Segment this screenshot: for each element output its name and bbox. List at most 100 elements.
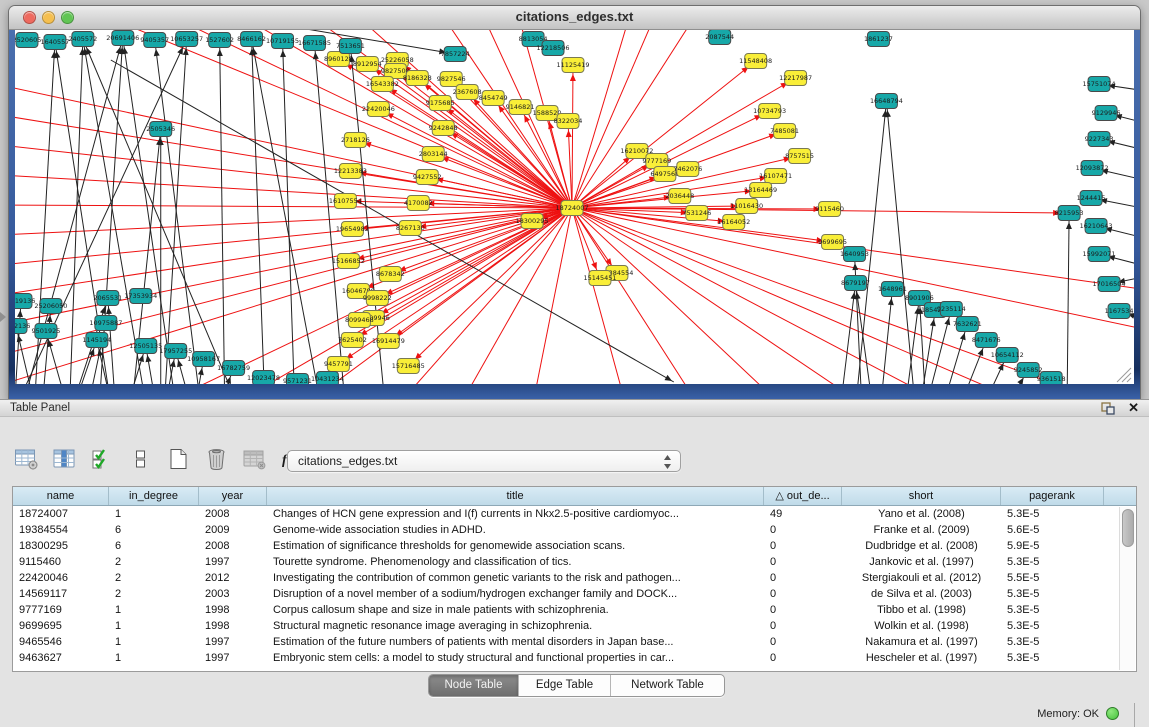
- column-header-name[interactable]: name: [13, 487, 109, 505]
- node-label: 9457791: [324, 360, 353, 368]
- edge-arrowhead: [100, 307, 106, 315]
- graph-edge[interactable]: [220, 40, 225, 384]
- column-header-out_de[interactable]: △ out_de...: [764, 487, 842, 505]
- table-row[interactable]: 1872400712008Changes of HCN gene express…: [13, 506, 1136, 522]
- node-label: 15716485: [392, 362, 425, 370]
- scrollbar-thumb[interactable]: [1122, 509, 1134, 547]
- column-header-title[interactable]: title: [267, 487, 764, 505]
- table-cell: Embryonic stem cells: a model to study s…: [267, 650, 764, 666]
- table-cell: 0: [764, 554, 842, 570]
- table-cell: Franke et al. (2009): [842, 522, 1001, 538]
- graph-edge[interactable]: [378, 109, 572, 208]
- node-label: 1167534: [1105, 307, 1134, 315]
- table-cell: 0: [764, 634, 842, 650]
- table-cell: Jankovic et al. (1997): [842, 554, 1001, 570]
- graph-edge[interactable]: [572, 30, 654, 208]
- node-label: 9129946: [1092, 109, 1121, 117]
- node-label: 18300295: [516, 217, 549, 225]
- column-header-pagerank[interactable]: pagerank: [1001, 487, 1104, 505]
- graph-edge[interactable]: [945, 324, 967, 384]
- table-cell: 5.3E-5: [1001, 634, 1104, 650]
- tab-network-table[interactable]: Network Table: [611, 675, 724, 696]
- table-cell: 18724007: [13, 506, 109, 522]
- table-row[interactable]: 911546021997Tourette syndrome. Phenomeno…: [13, 554, 1136, 570]
- graph-edge[interactable]: [155, 40, 200, 384]
- graph-edge[interactable]: [572, 208, 624, 384]
- network-canvas[interactable]: 1872400789601288912954252260589827508165…: [15, 30, 1134, 384]
- select-columns-icon[interactable]: [90, 447, 115, 471]
- show-column-icon[interactable]: [52, 447, 77, 471]
- memory-ok-indicator-icon: [1106, 707, 1119, 720]
- table-scrollbar[interactable]: [1119, 507, 1135, 670]
- column-header-year[interactable]: year: [199, 487, 267, 505]
- close-panel-icon[interactable]: ✕: [1128, 400, 1139, 416]
- edge-arrowhead: [138, 355, 144, 363]
- column-header-in_degree[interactable]: in_degree: [109, 487, 199, 505]
- table-row[interactable]: 2242004622012Investigating the contribut…: [13, 570, 1136, 586]
- graph-edge[interactable]: [408, 208, 572, 366]
- table-row[interactable]: 977716911998Corpus callosum shape and si…: [13, 602, 1136, 618]
- graph-edge[interactable]: [1067, 213, 1069, 384]
- import-table-icon[interactable]: [242, 447, 267, 471]
- node-label: 12213383: [334, 167, 367, 175]
- graph-edge[interactable]: [572, 208, 933, 384]
- table-row[interactable]: 1456911722003Disruption of a novel membe…: [13, 586, 1136, 602]
- node-label: 9242848: [429, 124, 458, 132]
- graph-edge[interactable]: [534, 208, 572, 384]
- graph-edge[interactable]: [165, 39, 187, 384]
- window-titlebar[interactable]: citations_edges.txt: [9, 6, 1140, 30]
- row-height-icon[interactable]: [128, 447, 153, 471]
- node-label: 15145451: [583, 274, 616, 282]
- graph-edge[interactable]: [15, 175, 572, 208]
- graph-edge[interactable]: [123, 38, 175, 384]
- delete-table-icon[interactable]: [204, 447, 229, 471]
- resize-grip-icon[interactable]: [1127, 378, 1131, 382]
- graph-edge[interactable]: [572, 208, 774, 384]
- new-table-icon[interactable]: [166, 447, 191, 471]
- edge-arrowhead: [944, 318, 950, 326]
- graph-edge[interactable]: [15, 208, 572, 235]
- node-label: 16648794: [870, 97, 903, 105]
- node-label: 9998222: [363, 294, 392, 302]
- table-row[interactable]: 946362711997Embryonic stem cells: a mode…: [13, 650, 1136, 666]
- graph-edge[interactable]: [314, 43, 344, 384]
- table-cell: Disruption of a novel member of a sodium…: [267, 586, 764, 602]
- graph-edge[interactable]: [572, 208, 1013, 384]
- table-row[interactable]: 969969511998Structural magnetic resonanc…: [13, 618, 1136, 634]
- graph-edge[interactable]: [15, 208, 572, 325]
- table-row[interactable]: 946554611997Estimation of the future num…: [13, 634, 1136, 650]
- table-cell: 18300295: [13, 538, 109, 554]
- graph-edge[interactable]: [252, 39, 265, 384]
- graph-edge[interactable]: [572, 208, 853, 384]
- resize-grip-icon[interactable]: [1122, 373, 1131, 382]
- graph-edge[interactable]: [886, 101, 914, 384]
- table-row[interactable]: 1938455462009Genome-wide association stu…: [13, 522, 1136, 538]
- tab-edge-table[interactable]: Edge Table: [519, 675, 611, 696]
- node-label: 12505135: [129, 342, 162, 350]
- edge-arrowhead: [183, 48, 189, 55]
- graph-edge[interactable]: [572, 30, 694, 208]
- node-label: 7625402: [338, 336, 367, 344]
- tab-node-table[interactable]: Node Table: [429, 675, 519, 696]
- node-label: 25206050: [34, 302, 67, 310]
- node-label: 4170082: [404, 199, 433, 207]
- node-label: 17957255: [159, 347, 192, 355]
- memory-label: Memory: OK: [1037, 708, 1099, 720]
- graph-edge[interactable]: [572, 65, 573, 208]
- float-window-icon[interactable]: [1101, 402, 1115, 415]
- table-cell: Stergiakouli et al. (2012): [842, 570, 1001, 586]
- node-label: 25226058: [381, 56, 414, 64]
- node-label: 10653257: [170, 35, 203, 43]
- graph-edge[interactable]: [572, 61, 756, 208]
- statusbar-divider: [1134, 703, 1135, 727]
- table-selector-dropdown[interactable]: citations_edges.txt: [287, 450, 681, 472]
- edge-arrowhead: [47, 340, 53, 348]
- edge-arrowhead: [154, 49, 160, 56]
- node-label: 2367608: [453, 88, 482, 96]
- table-settings-icon[interactable]: [14, 447, 39, 471]
- node-label: 16107554: [329, 197, 362, 205]
- column-header-short[interactable]: short: [842, 487, 1001, 505]
- panel-collapse-arrow-icon[interactable]: [0, 312, 6, 322]
- table-row[interactable]: 1830029562008Estimation of significance …: [13, 538, 1136, 554]
- dropdown-stepper-icon: [663, 454, 672, 470]
